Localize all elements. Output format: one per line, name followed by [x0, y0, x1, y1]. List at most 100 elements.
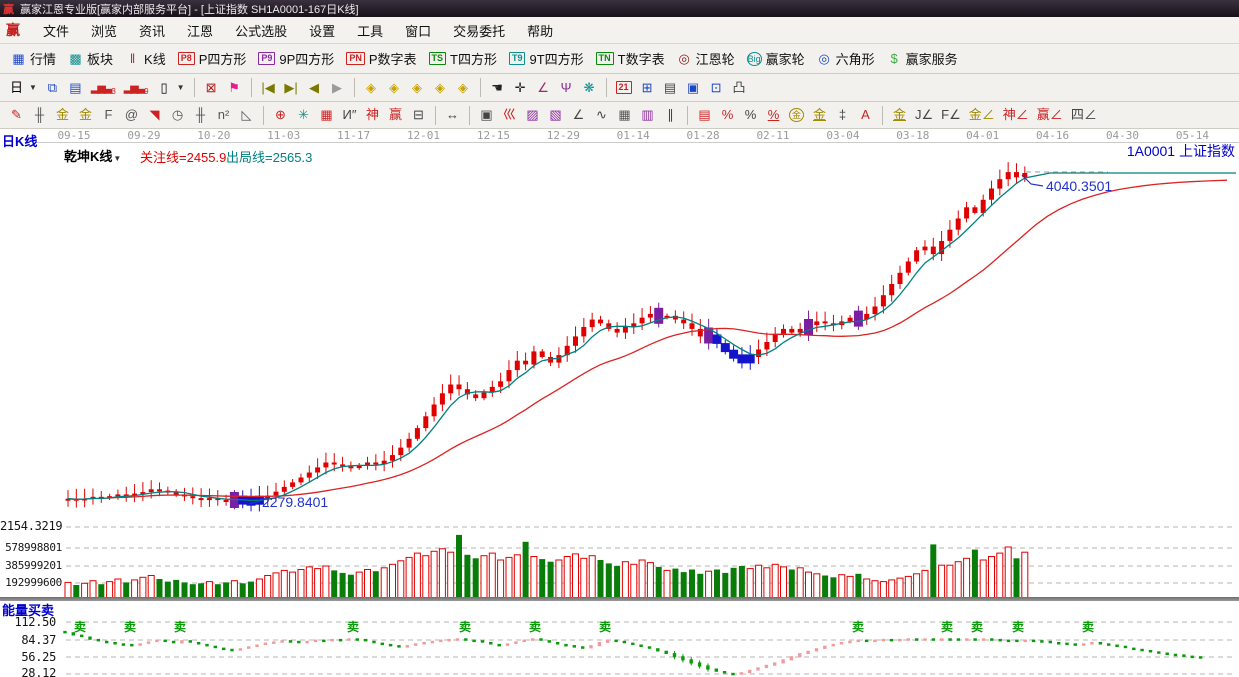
- shen-tool-button[interactable]: 神: [361, 106, 384, 124]
- ruler-123-button[interactable]: ⊟: [407, 106, 430, 124]
- t9-square-button[interactable]: T9 9T四方形: [503, 48, 590, 69]
- colored-volume-button[interactable]: ⚑: [223, 79, 246, 97]
- gann-compress-button[interactable]: ◈: [429, 79, 452, 97]
- price-scale-button[interactable]: ‡: [831, 106, 854, 124]
- n-square-button[interactable]: n²: [212, 106, 235, 124]
- winner-service-icon: $: [890, 50, 898, 66]
- j-angle-button[interactable]: J∠: [911, 106, 937, 124]
- indicator-mark: [180, 640, 184, 644]
- menu-item-窗口[interactable]: 窗口: [394, 24, 442, 39]
- gann-wheel-button[interactable]: ◎ 江恩轮: [671, 48, 741, 69]
- cone-button[interactable]: ◥: [143, 106, 166, 124]
- percent-lines-button[interactable]: %: [762, 106, 785, 124]
- percent-table-button[interactable]: ▤: [693, 106, 716, 124]
- menu-item-交易委托[interactable]: 交易委托: [442, 24, 516, 39]
- gann-clock-button[interactable]: ◷: [166, 106, 189, 124]
- gann-expand-button[interactable]: ◈: [406, 79, 429, 97]
- gold-angle-button[interactable]: 金∠: [965, 106, 999, 124]
- menu-item-帮助[interactable]: 帮助: [516, 24, 564, 39]
- info-report-button[interactable]: ▤: [64, 79, 87, 97]
- gann-star-button[interactable]: ✳: [292, 106, 315, 124]
- rect-frame-button[interactable]: ▣: [475, 106, 498, 124]
- period-day-button[interactable]: 日 ▼: [5, 79, 41, 97]
- win-angle-button[interactable]: 赢∠: [1033, 106, 1067, 124]
- angle-lines-button[interactable]: ∠: [567, 106, 590, 124]
- formula-editor-button[interactable]: ⊠: [200, 79, 223, 97]
- parallel-lines-button[interactable]: ∥: [659, 106, 682, 124]
- first-screen-button[interactable]: |◀: [257, 79, 280, 97]
- mini-chart-9-button[interactable]: ▂▅▃ 9: [120, 79, 153, 97]
- calculator-button[interactable]: ⊞: [636, 79, 659, 97]
- p-square-button[interactable]: P8 P四方形: [172, 48, 253, 69]
- shen-angle-button[interactable]: 神∠: [999, 106, 1033, 124]
- sector-blocks-button[interactable]: ▩ 板块: [62, 48, 119, 69]
- print-button[interactable]: 凸: [728, 79, 751, 97]
- win-tool-button[interactable]: 赢: [384, 106, 407, 124]
- hand-drag-button[interactable]: ☚: [486, 79, 509, 97]
- gann-target-button[interactable]: ⊕: [269, 106, 292, 124]
- gann-grid-button[interactable]: ╫: [28, 106, 51, 124]
- brush-button[interactable]: ✎: [5, 106, 28, 124]
- gann-center-button[interactable]: ◈: [452, 79, 475, 97]
- menu-item-工具[interactable]: 工具: [346, 24, 394, 39]
- gann-net-button[interactable]: ❋: [578, 79, 601, 97]
- wave-mark-button[interactable]: И″: [338, 106, 361, 124]
- percent-button[interactable]: %: [739, 106, 762, 124]
- gold-grid-down-button[interactable]: 金: [74, 106, 97, 124]
- f-angle-button[interactable]: F∠: [937, 106, 965, 124]
- grid-box-2-button[interactable]: ▥: [636, 106, 659, 124]
- winner-wheel-button[interactable]: Big 赢家轮: [741, 48, 811, 69]
- f-grid-button[interactable]: F: [97, 106, 120, 124]
- set-square-button[interactable]: ◺: [235, 106, 258, 124]
- gann-right-button[interactable]: ◈: [383, 79, 406, 97]
- kline-chart-canvas[interactable]: 09-15 09-29 10-20 11-03 11-17 12-01 12-15 12-29…: [0, 129, 1239, 677]
- time-grid-button[interactable]: ╫: [189, 106, 212, 124]
- menu-item-公式选股[interactable]: 公式选股: [224, 24, 298, 39]
- candle-style-button[interactable]: ▯ ▼: [153, 79, 189, 97]
- p-number-table-button[interactable]: PN P数字表: [340, 48, 422, 69]
- gann-left-button[interactable]: ◈: [360, 79, 383, 97]
- save-button[interactable]: ▣: [682, 79, 705, 97]
- gold-bar-button[interactable]: 金: [808, 106, 831, 124]
- kline-type-dropdown[interactable]: 乾坤K线▼: [64, 146, 121, 165]
- zigzag-button[interactable]: ∿: [590, 106, 613, 124]
- mini-chart-3-button[interactable]: ▂▅▃ 3: [87, 79, 120, 97]
- fan-box-2-button[interactable]: ▧: [544, 106, 567, 124]
- pitchfork-button[interactable]: Ψ: [555, 79, 578, 97]
- pattern-window-button[interactable]: ⧉: [41, 79, 64, 97]
- screenshot-button[interactable]: ⊡: [705, 79, 728, 97]
- hexagon-button[interactable]: ◎ 六角形: [811, 48, 881, 69]
- kline-button[interactable]: ‖ K线: [119, 48, 172, 69]
- menu-item-设置[interactable]: 设置: [298, 24, 346, 39]
- spiral-button[interactable]: @: [120, 106, 143, 124]
- calendar-button[interactable]: 21: [612, 80, 636, 95]
- p9-square-button[interactable]: P9 9P四方形: [252, 48, 340, 69]
- four-angle-button[interactable]: 四∠: [1067, 106, 1101, 124]
- menu-item-江恩[interactable]: 江恩: [176, 24, 224, 39]
- marker-a-button[interactable]: A: [854, 106, 877, 124]
- gold-grid-up-button[interactable]: 金: [51, 106, 74, 124]
- menu-item-文件[interactable]: 文件: [32, 24, 80, 39]
- t-square-button[interactable]: TS T四方形: [423, 48, 503, 69]
- width-measure-button[interactable]: ↔: [441, 106, 464, 124]
- t-number-table-button[interactable]: TN T数字表: [590, 48, 671, 69]
- gold-circle-button[interactable]: 金: [785, 107, 808, 123]
- market-quotes-button[interactable]: ▦ 行情: [5, 48, 62, 69]
- next-screen-button[interactable]: ▶: [326, 79, 349, 97]
- pane-splitter[interactable]: [0, 597, 1239, 601]
- prev-screen-button[interactable]: ◀: [303, 79, 326, 97]
- gold-rule-button[interactable]: 金: [888, 106, 911, 124]
- menu-item-资讯[interactable]: 资讯: [128, 24, 176, 39]
- crosshair-button[interactable]: ✛: [509, 79, 532, 97]
- date-tick-label: 12-01: [407, 129, 440, 142]
- fan-box-button[interactable]: ▨: [521, 106, 544, 124]
- gann-web-button[interactable]: ▦: [315, 106, 338, 124]
- t-percent-button[interactable]: %: [716, 106, 739, 124]
- red-fan-button[interactable]: 巛: [498, 106, 521, 124]
- last-screen-button[interactable]: ▶|: [280, 79, 303, 97]
- trade-notes-button[interactable]: ▤: [659, 79, 682, 97]
- grid-box-button[interactable]: ▦: [613, 106, 636, 124]
- menu-item-浏览[interactable]: 浏览: [80, 24, 128, 39]
- angle-measure-button[interactable]: ∠: [532, 79, 555, 97]
- winner-service-button[interactable]: $ 赢家服务: [881, 48, 964, 69]
